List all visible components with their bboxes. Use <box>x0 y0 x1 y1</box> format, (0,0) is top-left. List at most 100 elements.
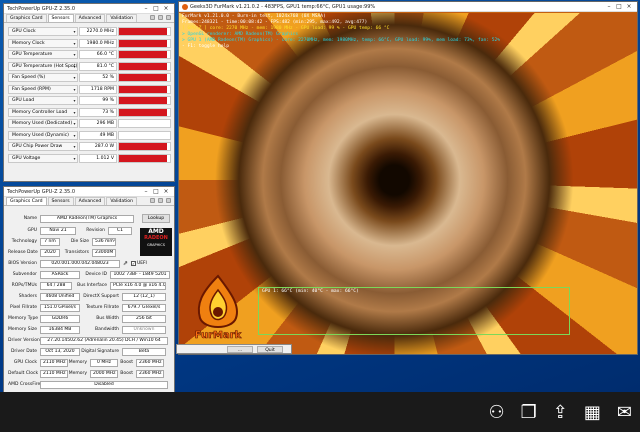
maximize-icon[interactable]: □ <box>151 5 161 12</box>
sensor-row: ▾ Memory Clock 1980.0 MHz <box>8 38 171 49</box>
gpu-clock-row: GPU Clock 2110 MHz Memory 0 MHz Boost 23… <box>8 358 164 367</box>
camera-icon[interactable] <box>150 198 155 203</box>
texture-fillrate-label: Texture Fillrate <box>85 305 119 310</box>
sensor-label[interactable]: ▾ Fan Speed (%) <box>8 73 78 82</box>
furmark-logo-text: FurMark <box>195 330 242 341</box>
shaders-row: Shaders 4608 Unified DirectX Support 12 … <box>8 292 166 301</box>
release-date-value: 2020 <box>40 248 60 257</box>
minimize-icon[interactable]: – <box>141 5 151 12</box>
gpuz-sensors-window: TechPowerUp GPU-Z 2.35.0 – □ × Graphics … <box>3 3 175 182</box>
sensor-graph <box>118 130 171 140</box>
sensor-label[interactable]: ▾ GPU Voltage <box>8 153 78 163</box>
refresh-icon[interactable] <box>158 198 163 203</box>
sensor-label[interactable]: ▾ GPU Temperature <box>8 50 78 59</box>
camera-icon[interactable] <box>150 15 155 20</box>
sensor-graph-fill <box>119 154 168 162</box>
chevron-down-icon[interactable]: ▾ <box>72 155 77 162</box>
sensor-graph <box>118 153 171 163</box>
chevron-down-icon[interactable]: ▾ <box>72 97 77 104</box>
sensor-row: ▾ Memory Used (Dynamic) 49 MB <box>8 130 171 141</box>
close-icon[interactable]: × <box>624 3 634 10</box>
chevron-down-icon[interactable]: ▾ <box>72 109 77 116</box>
chevron-down-icon[interactable]: ▾ <box>72 86 77 93</box>
sensor-label[interactable]: ▾ GPU Temperature (Hot Spot) <box>8 61 78 71</box>
tab-strip: Graphics Card Sensors Advanced Validatio… <box>4 14 174 23</box>
directx-label: DirectX Support <box>83 294 119 299</box>
sensor-graph-fill <box>119 97 168 104</box>
minimize-icon[interactable]: – <box>141 188 151 195</box>
tab-sensors[interactable]: Sensors <box>47 197 74 205</box>
sensor-value: 99 % <box>79 96 117 105</box>
title-bar[interactable]: TechPowerUp GPU-Z 2.35.0 – □ × <box>4 187 174 197</box>
refresh-icon[interactable] <box>158 15 163 20</box>
technology-value: 7 nm <box>40 237 60 246</box>
close-icon[interactable]: × <box>161 5 171 12</box>
badge-radeon-text: RADEON <box>144 235 168 241</box>
sensor-graph-fill <box>119 51 168 58</box>
maximize-icon[interactable]: □ <box>614 3 624 10</box>
sensor-label[interactable]: ▾ GPU Load <box>8 96 78 105</box>
minimize-icon[interactable]: – <box>604 3 614 10</box>
tab-validation[interactable]: Validation <box>106 197 138 205</box>
sensor-label-text: GPU Temperature (Hot Spot) <box>12 63 78 69</box>
chevron-down-icon[interactable]: ▾ <box>72 120 77 127</box>
share-icon[interactable]: ⇪ <box>553 404 568 422</box>
chevron-down-icon[interactable]: ▾ <box>72 28 77 35</box>
tab-graphics-card[interactable]: Graphics Card <box>6 197 47 205</box>
sensor-value: 49 MB <box>79 130 117 140</box>
chevron-down-icon[interactable]: ▾ <box>72 132 77 139</box>
tab-graphics-card[interactable]: Graphics Card <box>6 14 47 22</box>
notes-icon[interactable]: ❐ <box>521 404 537 422</box>
directx-value: 12 (12_1) <box>122 292 166 301</box>
die-size-value: 536 mm² <box>92 237 116 246</box>
people-icon[interactable]: ⚇ <box>489 404 505 422</box>
sensor-label[interactable]: ▾ Memory Used (Dedicated) <box>8 119 78 128</box>
sensor-value: 66.0 °C <box>79 50 117 59</box>
tab-advanced[interactable]: Advanced <box>74 14 106 22</box>
device-id-label: Device ID <box>85 272 107 277</box>
lookup-button[interactable]: Lookup <box>142 214 170 223</box>
quit-button[interactable]: Quit <box>257 346 283 353</box>
window-title: Geeks3D FurMark v1.21.0.2 - 483FPS, GPU1… <box>190 3 376 10</box>
bus-width-value: 256 bit <box>122 314 166 323</box>
sensor-value: 296 MB <box>79 119 117 128</box>
title-bar[interactable]: Geeks3D FurMark v1.21.0.2 - 483FPS, GPU1… <box>179 2 637 12</box>
name-value: AMD Radeon(TM) Graphics <box>40 214 134 223</box>
chevron-down-icon[interactable]: ▾ <box>72 74 77 81</box>
sensor-label[interactable]: ▾ Fan Speed (RPM) <box>8 84 78 94</box>
launcher-button[interactable]: ... <box>227 346 253 353</box>
chat-icon[interactable]: ✉ <box>617 404 632 422</box>
sensor-label[interactable]: ▾ GPU Clock <box>8 27 78 36</box>
tab-sensors[interactable]: Sensors <box>47 14 74 22</box>
chevron-down-icon[interactable]: ▾ <box>72 143 77 150</box>
boost-value: 2360 MHz <box>136 358 164 367</box>
gpu-clock-value: 2110 MHz <box>40 358 68 367</box>
close-icon[interactable]: × <box>161 188 171 195</box>
maximize-icon[interactable]: □ <box>151 188 161 195</box>
memory-size-value: 16384 MB <box>40 325 80 334</box>
bus-interface-value: PCIe x16 4.0 @ x16 4.0 <box>110 281 166 290</box>
sensor-row: ▾ Memory Controller Load 73 % <box>8 107 171 118</box>
tab-strip: Graphics Card Sensors Advanced Validatio… <box>4 197 174 206</box>
bios-value: 020.001.000.042.048023 <box>40 259 120 268</box>
chevron-down-icon[interactable]: ▾ <box>72 40 77 47</box>
sensor-label[interactable]: ▾ Memory Clock <box>8 38 78 48</box>
sensor-label[interactable]: ▾ Memory Used (Dynamic) <box>8 130 78 140</box>
menu-icon[interactable] <box>166 198 171 203</box>
sensor-row: ▾ GPU Temperature (Hot Spot) 81.0 °C <box>8 61 171 72</box>
system-tray: ⚇ ❐ ⇪ ▦ ✉ <box>489 404 632 422</box>
driver-date-row: Driver Date Oct 13, 2020 Digital Signatu… <box>8 347 166 356</box>
sensor-label[interactable]: ▾ GPU Chip Power Draw <box>8 142 78 151</box>
tab-advanced[interactable]: Advanced <box>74 197 106 205</box>
sensor-label[interactable]: ▾ Memory Controller Load <box>8 107 78 117</box>
tab-validation[interactable]: Validation <box>106 14 138 22</box>
title-bar[interactable]: TechPowerUp GPU-Z 2.35.0 – □ × <box>4 4 174 14</box>
calendar-icon[interactable]: ▦ <box>584 404 601 422</box>
sensor-label-text: Memory Controller Load <box>12 109 68 115</box>
driver-date-value: Oct 13, 2020 <box>40 347 80 356</box>
driver-version-row: Driver Version 27.20.14502.62 (Adrenalin… <box>8 336 168 345</box>
chevron-down-icon[interactable]: ▾ <box>72 51 77 58</box>
menu-icon[interactable] <box>166 15 171 20</box>
bios-label: BIOS Version <box>8 261 37 266</box>
share-icon[interactable]: ⇗ <box>123 260 128 267</box>
